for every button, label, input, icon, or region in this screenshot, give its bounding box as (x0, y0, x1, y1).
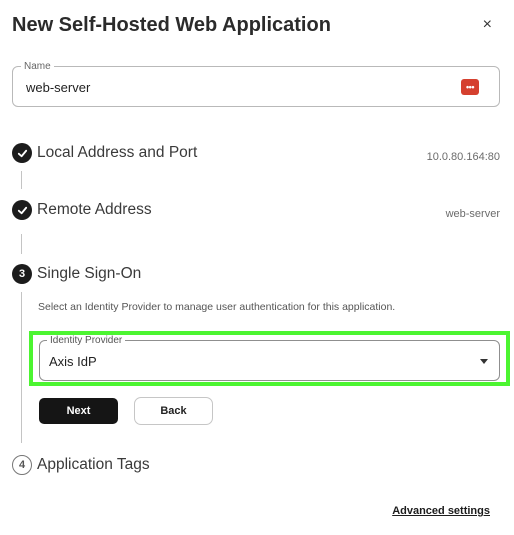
chevron-down-icon (480, 359, 488, 364)
step-application-tags-label: Application Tags (37, 456, 150, 473)
sso-help-text: Select an Identity Provider to manage us… (38, 301, 396, 313)
step-connector (21, 171, 22, 189)
close-icon[interactable]: × (483, 15, 492, 35)
name-field-label: Name (21, 61, 54, 73)
new-web-application-dialog: New Self-Hosted Web Application × Name w… (0, 0, 514, 535)
identity-provider-select[interactable]: Identity Provider Axis IdP (39, 335, 500, 381)
step-number-badge: 3 (12, 264, 32, 284)
dialog-title: New Self-Hosted Web Application (12, 14, 331, 36)
step-complete-check-icon (12, 143, 32, 163)
password-manager-icon[interactable]: ••• (461, 79, 479, 95)
step-remote-address-value: web-server (445, 208, 500, 220)
back-button[interactable]: Back (134, 397, 213, 425)
step-complete-check-icon (12, 200, 32, 220)
identity-provider-value: Axis IdP (49, 354, 97, 369)
step-connector (21, 234, 22, 254)
step-number-badge: 4 (12, 455, 32, 475)
identity-provider-label: Identity Provider (47, 335, 126, 347)
step-remote-address-label[interactable]: Remote Address (37, 201, 152, 219)
next-button[interactable]: Next (39, 398, 118, 424)
step-connector (21, 292, 22, 443)
name-field-value[interactable]: web-server (26, 80, 90, 95)
step-local-address-label[interactable]: Local Address and Port (37, 144, 197, 162)
step-local-address-value: 10.0.80.164:80 (426, 151, 500, 163)
name-field[interactable]: Name web-server ••• (12, 61, 500, 107)
advanced-settings-link[interactable]: Advanced settings (392, 505, 490, 517)
step-sso-label: Single Sign-On (37, 265, 142, 282)
